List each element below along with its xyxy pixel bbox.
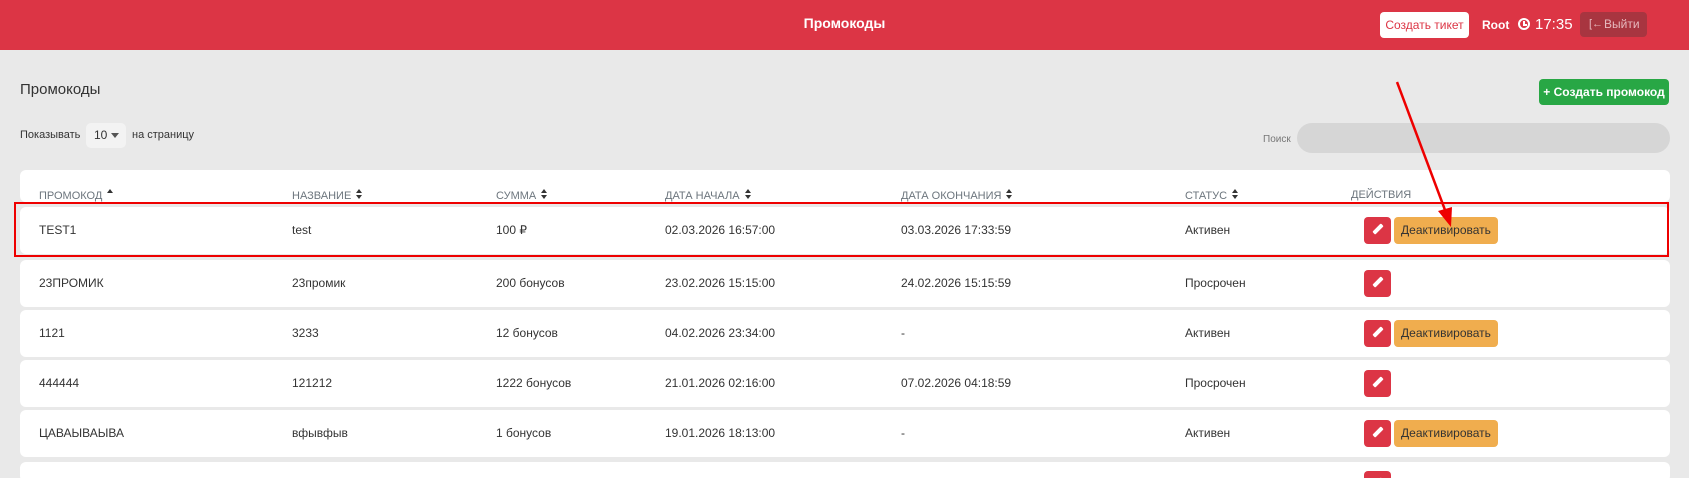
annotation-arrow (1395, 81, 1452, 227)
